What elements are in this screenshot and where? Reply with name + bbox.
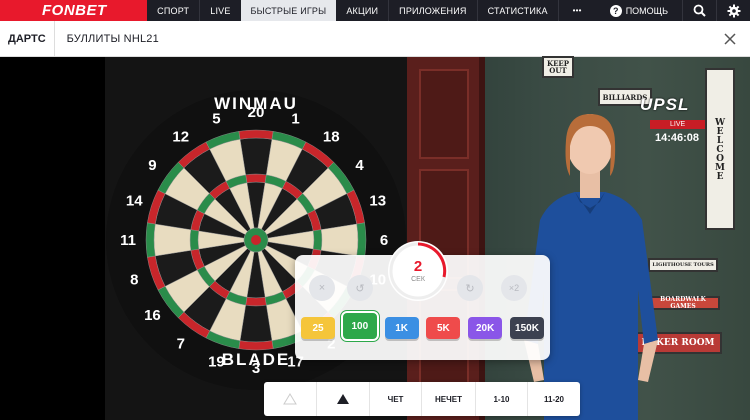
chip-1k[interactable]: 1K [384, 317, 419, 339]
chip-150k[interactable]: 150K [509, 317, 544, 339]
chip-20k[interactable]: 20K [468, 317, 503, 339]
chip-100[interactable]: 100 [340, 311, 379, 341]
treble-ring [245, 297, 267, 307]
bet-down-button[interactable] [317, 382, 370, 416]
dartboard: 2011841361015217319716811149125WINMAUBLA… [106, 90, 406, 390]
countdown-timer: 2 СЕК [388, 241, 448, 301]
top-bar: FONBET СПОРТ LIVE БЫСТРЫЕ ИГРЫ АКЦИИ ПРИ… [0, 0, 750, 21]
treble-ring [313, 229, 323, 251]
board-number: 12 [172, 128, 189, 145]
settings-button[interactable] [716, 0, 750, 21]
treble-ring [245, 173, 267, 183]
more-menu-button[interactable]: ••• [559, 0, 596, 21]
board-number: 16 [144, 307, 161, 324]
help-label: ПОМОЩЬ [625, 5, 668, 16]
door [407, 57, 485, 420]
game-header: ДАРТС БУЛЛИТЫ NHL21 [0, 20, 750, 57]
close-icon: × [318, 282, 326, 294]
treble-ring [189, 229, 199, 251]
nav-fast-games[interactable]: БЫСТРЫЕ ИГРЫ [240, 0, 337, 21]
double-ring [356, 222, 367, 258]
section-title[interactable]: ДАРТС [0, 20, 55, 57]
double-ring [145, 222, 156, 258]
game-title: БУЛЛИТЫ NHL21 [66, 32, 159, 45]
double-ring [238, 340, 274, 351]
search-icon [693, 4, 706, 17]
board-number: 4 [355, 157, 364, 174]
bet-even-button[interactable]: ЧЕТ [370, 382, 422, 416]
chip-5k[interactable]: 5K [426, 317, 461, 339]
betting-panel: × ↺ ↻ ×2 2 СЕК 25 100 1K 5K 20K 150K [295, 241, 550, 360]
stream-clock: 14:46:08 [655, 132, 700, 144]
help-button[interactable]: ? ПОМОЩЬ [596, 4, 682, 17]
board-number: 9 [148, 157, 156, 174]
main-nav: СПОРТ LIVE БЫСТРЫЕ ИГРЫ АКЦИИ ПРИЛОЖЕНИЯ… [147, 0, 596, 21]
redo-icon: ↻ [465, 282, 475, 295]
bet-1-10-button[interactable]: 1-10 [476, 382, 528, 416]
undo-icon: ↺ [355, 282, 365, 295]
board-number: 14 [126, 192, 143, 209]
board-number: 11 [120, 232, 136, 249]
nav-statistics[interactable]: СТАТИСТИКА [478, 0, 558, 21]
nav-live[interactable]: LIVE [200, 0, 240, 21]
search-button[interactable] [682, 0, 716, 21]
close-button[interactable] [710, 21, 750, 57]
bet-11-20-button[interactable]: 11-20 [528, 382, 580, 416]
board-number: 18 [323, 128, 340, 145]
help-icon: ? [609, 4, 622, 17]
double-button[interactable]: ×2 [501, 275, 527, 301]
chip-25[interactable]: 25 [301, 317, 335, 339]
board-brand-bottom: BLADE [222, 350, 291, 369]
double-label: ×2 [508, 283, 520, 293]
board-number: 8 [130, 272, 138, 289]
repeat-button[interactable]: ↻ [457, 275, 483, 301]
nav-sport[interactable]: СПОРТ [147, 0, 199, 21]
bullseye [251, 235, 261, 245]
fonbet-logo[interactable]: FONBET [0, 0, 148, 21]
dartboard-view: 2011841361015217319716811149125WINMAUBLA… [105, 57, 407, 420]
nav-promotions[interactable]: АКЦИИ [336, 0, 388, 21]
chip-selector: 25 100 1K 5K 20K 150K [301, 311, 544, 341]
board-number: 6 [380, 232, 388, 249]
clear-bets-button[interactable]: × [309, 275, 335, 301]
sign-keep-out: KEEP OUT [542, 56, 574, 78]
bet-options: ЧЕТ НЕЧЕТ 1-10 11-20 [264, 382, 580, 416]
timer-ring [389, 242, 447, 300]
double-ring [238, 129, 274, 140]
upsl-logo: UPSL [640, 95, 690, 114]
bet-odd-button[interactable]: НЕЧЕТ [422, 382, 476, 416]
live-badge: LIVE [650, 120, 706, 129]
board-brand-top: WINMAU [214, 94, 298, 113]
door-panel [419, 69, 469, 159]
triangle-filled-icon [337, 394, 349, 404]
sign-welcome: WELCOME [705, 68, 735, 230]
nav-right: ? ПОМОЩЬ [596, 0, 750, 21]
undo-button[interactable]: ↺ [347, 275, 373, 301]
triangle-outline-icon [283, 393, 297, 405]
bet-up-button[interactable] [264, 382, 317, 416]
close-icon [724, 32, 736, 45]
gear-icon [727, 4, 740, 17]
board-number: 13 [369, 192, 386, 209]
nav-apps[interactable]: ПРИЛОЖЕНИЯ [389, 0, 476, 21]
board-number: 7 [177, 336, 185, 353]
